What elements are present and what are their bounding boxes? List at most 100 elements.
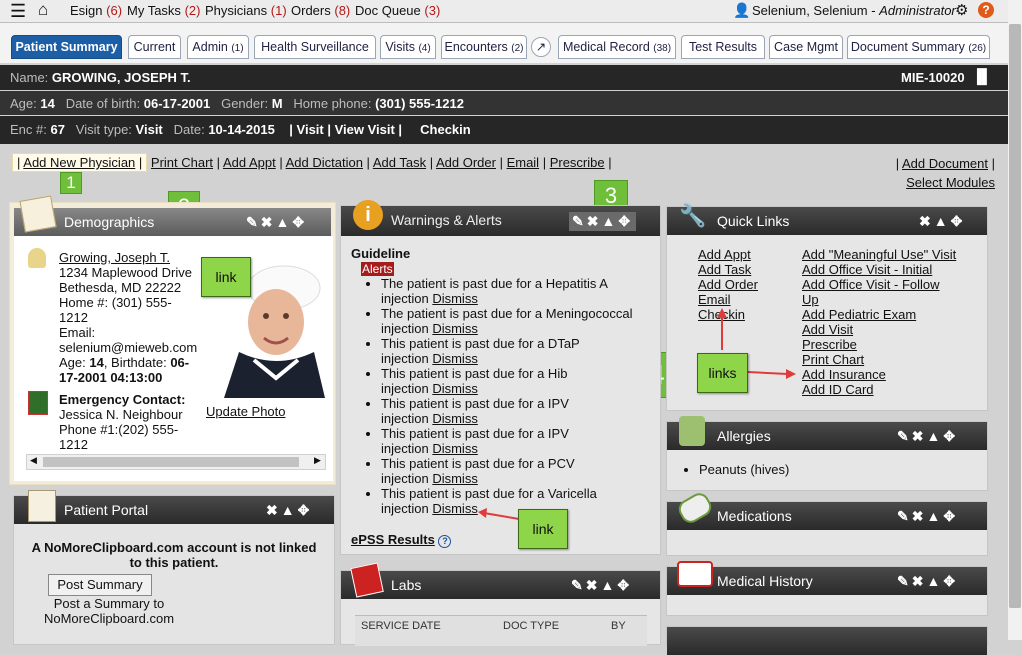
quick-add-task-link[interactable]: Add Task: [698, 262, 751, 277]
visit-links[interactable]: | Visit | View Visit |: [289, 122, 402, 137]
email-link[interactable]: Email: [507, 155, 540, 170]
tab-health-surveillance[interactable]: Health Surveillance: [254, 35, 376, 59]
tab-admin[interactable]: Admin (1): [187, 35, 249, 59]
epss-results-link[interactable]: ePSS Results: [351, 532, 435, 547]
patient-portal-header[interactable]: Patient Portal ✖▲✥: [14, 496, 334, 524]
quick-office-visit-initial-link[interactable]: Add Office Visit - Initial: [802, 262, 932, 277]
my-tasks-link[interactable]: My Tasks (2): [127, 3, 200, 18]
user-menu[interactable]: Selenium, Selenium - Administrator: [752, 3, 956, 18]
scrollbar-thumb[interactable]: [43, 457, 299, 467]
home-icon[interactable]: ⌂: [38, 0, 48, 20]
scroll-right-icon[interactable]: ▶: [314, 455, 321, 466]
add-order-link[interactable]: Add Order: [436, 155, 496, 170]
tab-encounters[interactable]: Encounters (2): [441, 35, 527, 59]
clipboard-icon: [28, 490, 56, 522]
quick-add-order-link[interactable]: Add Order: [698, 277, 758, 292]
tab-case-mgmt[interactable]: Case Mgmt: [769, 35, 843, 59]
chart-icon[interactable]: ▐▌: [972, 68, 992, 84]
clipboard-icon: [19, 195, 57, 233]
quick-add-id-card-link[interactable]: Add ID Card: [802, 382, 874, 397]
orders-link[interactable]: Orders (8): [291, 3, 350, 18]
select-modules-link[interactable]: Select Modules: [906, 175, 995, 190]
help-circle-icon[interactable]: ?: [438, 535, 452, 548]
panel-controls-icon[interactable]: ✖▲✥: [266, 502, 312, 519]
help-icon[interactable]: ?: [978, 2, 994, 18]
quick-print-chart-link[interactable]: Print Chart: [802, 352, 864, 367]
callout-number-1: 1: [60, 172, 82, 194]
alerts-list: The patient is past due for a Hepatitis …: [363, 276, 671, 516]
horizontal-scrollbar[interactable]: ◀ ▶: [26, 454, 326, 470]
tab-document-summary[interactable]: Document Summary (26): [847, 35, 990, 59]
prescribe-link[interactable]: Prescribe: [550, 155, 605, 170]
allergies-panel: Allergies ✎✖▲✥ Peanuts (hives): [666, 416, 988, 491]
dismiss-link[interactable]: Dismiss: [432, 411, 478, 426]
doc-queue-link[interactable]: Doc Queue (3): [355, 3, 440, 18]
add-appt-link[interactable]: Add Appt: [223, 155, 276, 170]
patient-name-bar: Name: GROWING, JOSEPH T. MIE-10020 ▐▌: [0, 65, 1008, 90]
scroll-left-icon[interactable]: ◀: [30, 455, 37, 466]
dismiss-link[interactable]: Dismiss: [432, 351, 478, 366]
warnings-header[interactable]: Warnings & Alerts ✎✖▲✥: [341, 206, 660, 236]
panel-controls-icon[interactable]: ✎✖▲✥: [897, 428, 958, 445]
quick-pediatric-exam-link[interactable]: Add Pediatric Exam: [802, 307, 916, 322]
dismiss-link[interactable]: Dismiss: [432, 441, 478, 456]
tab-visits[interactable]: Visits (4): [380, 35, 436, 59]
labs-panel: Labs ✎✖▲✥ SERVICE DATE DOC TYPE BY: [340, 562, 661, 646]
checkin-link[interactable]: Checkin: [420, 122, 471, 137]
panel-controls-icon[interactable]: ✖▲✥: [919, 213, 965, 230]
alert-item: This patient is past due for a PCVinject…: [381, 456, 671, 486]
demographics-body: Growing, Joseph T. 1234 Maplewood Drive …: [14, 236, 333, 481]
tab-medical-record[interactable]: Medical Record (38): [558, 35, 676, 59]
alert-item: This patient is past due for a IPVinject…: [381, 426, 671, 456]
quick-office-visit-follow-link[interactable]: Add Office Visit - Follow: [802, 277, 940, 292]
panel-controls-icon[interactable]: ✎✖▲✥: [571, 577, 632, 594]
alert-item: This patient is past due for a Hibinject…: [381, 366, 671, 396]
print-chart-link[interactable]: Print Chart: [151, 155, 213, 170]
medical-history-header[interactable]: Medical History ✎✖▲✥: [667, 567, 987, 595]
panel-controls-icon[interactable]: ✎✖▲✥: [569, 212, 637, 231]
labs-header[interactable]: Labs ✎✖▲✥: [341, 571, 660, 599]
quick-add-appt-link[interactable]: Add Appt: [698, 247, 751, 262]
external-link-icon[interactable]: ↗: [531, 37, 551, 57]
physicians-link[interactable]: Physicians (1): [205, 3, 287, 18]
tab-current[interactable]: Current: [128, 35, 181, 59]
dismiss-link[interactable]: Dismiss: [432, 321, 478, 336]
dismiss-link[interactable]: Dismiss: [432, 381, 478, 396]
panel-controls-icon[interactable]: ✎✖▲✥: [897, 573, 958, 590]
add-document-link[interactable]: Add Document: [902, 156, 988, 171]
quick-add-insurance-link[interactable]: Add Insurance: [802, 367, 886, 382]
action-links-right: | Add Document | Select Modules: [895, 156, 995, 190]
esign-link[interactable]: Esign (6): [70, 3, 122, 18]
medical-history-panel: Medical History ✎✖▲✥: [666, 561, 988, 616]
top-bar: ☰ ⌂ Esign (6) My Tasks (2) Physicians (1…: [0, 0, 1008, 23]
quick-meaningful-use-link[interactable]: Add "Meaningful Use" Visit: [802, 247, 956, 262]
link-note-dismiss: link: [518, 509, 568, 549]
add-task-link[interactable]: Add Task: [373, 155, 426, 170]
panel-controls-icon[interactable]: ✎✖▲✥: [897, 508, 958, 525]
post-summary-button[interactable]: Post Summary: [48, 574, 152, 596]
allergies-icon: [679, 416, 705, 446]
person-icon: [28, 248, 46, 268]
tab-test-results[interactable]: Test Results: [681, 35, 765, 59]
tab-patient-summary[interactable]: Patient Summary: [11, 35, 122, 59]
allergies-header[interactable]: Allergies ✎✖▲✥: [667, 422, 987, 450]
medications-header[interactable]: Medications ✎✖▲✥: [667, 502, 987, 530]
links-note-quicklinks: links: [697, 353, 748, 393]
demographics-header[interactable]: Demographics ✎✖▲✥: [14, 208, 331, 236]
dismiss-link[interactable]: Dismiss: [432, 471, 478, 486]
quick-add-visit-link[interactable]: Add Visit: [802, 322, 853, 337]
allergy-item: Peanuts (hives): [699, 462, 789, 477]
hamburger-menu-icon[interactable]: ☰: [10, 1, 26, 22]
add-new-physician-link[interactable]: Add New Physician: [23, 155, 135, 170]
add-dictation-link[interactable]: Add Dictation: [286, 155, 363, 170]
settings-icon[interactable]: ⚙: [955, 1, 968, 19]
quick-prescribe-link[interactable]: Prescribe: [802, 337, 857, 352]
dismiss-link[interactable]: Dismiss: [432, 291, 478, 306]
patient-name-link[interactable]: Growing, Joseph T.: [59, 250, 170, 265]
update-photo-link[interactable]: Update Photo: [206, 404, 286, 419]
page-scrollbar-thumb[interactable]: [1009, 24, 1021, 608]
labs-table-header: SERVICE DATE DOC TYPE BY: [355, 615, 647, 646]
panel-controls-icon[interactable]: ✎✖▲✥: [246, 214, 307, 231]
alerts-badge: Alerts: [361, 262, 394, 276]
quick-links-header[interactable]: Quick Links ✖▲✥: [667, 207, 987, 235]
